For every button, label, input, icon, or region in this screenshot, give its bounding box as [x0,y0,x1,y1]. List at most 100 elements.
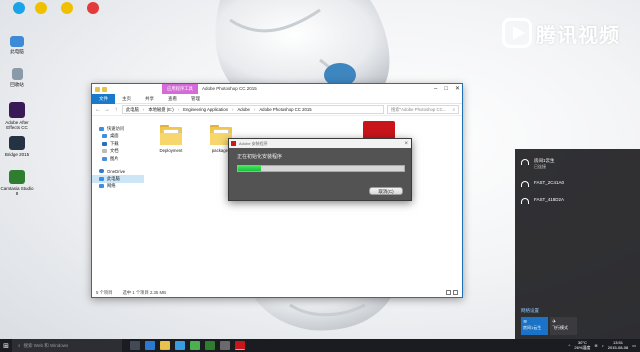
nav-item-label: 文档 [110,148,119,154]
network-status: 已连接 [534,164,546,169]
wifi-icon [521,198,529,204]
weather-widget[interactable]: 30°C 26%湿度 [574,340,591,350]
nav-item-label: 桌面 [110,133,119,139]
wifi-tray-icon[interactable]: ≋ [594,343,597,348]
context-tab-app-tools[interactable]: 应用程序工具 [162,84,198,94]
weather-desc: 26%湿度 [574,344,591,350]
breadcrumb-item[interactable]: 此电脑 [126,107,139,113]
up-arrow-icon[interactable]: ↑ [113,107,119,113]
installer-message: 正在初始化安装程序 [237,154,283,160]
breadcrumb-item[interactable]: Adobe Photoshop CC 2015 [259,107,311,112]
task-view-icon[interactable] [130,341,140,350]
selection-info: 选中 1 个项目 2.35 MB [122,289,166,295]
search-input[interactable]: 搜索"Adobe Photoshop CC... ⌕ [387,105,459,114]
back-arrow-icon[interactable]: ← [95,107,101,113]
network-flyout: 房间1云生 已连接 FAST_2C41A0 FAST_418D2A 网络设置 ≋… [515,149,640,339]
airplane-mode-toggle[interactable]: ✈ 飞行模式 [550,317,577,335]
video-logo-icon [502,18,532,48]
list-item[interactable]: Deployment [152,125,190,153]
title-bar[interactable]: 应用程序工具 Adobe Photoshop CC 2015 – □ ✕ [92,84,462,94]
system-tray: ^ 30°C 26%湿度 ≋ ♪ 13:51 2015-08-08 ▭ [568,340,640,350]
installer-dialog[interactable]: Adobe 安装程序 × 正在初始化安装程序 取消(C) [228,138,412,201]
tab-share[interactable]: 共享 [138,94,161,104]
file-name: Deployment [159,148,183,153]
close-icon[interactable]: × [404,141,408,147]
nav-item-desktop[interactable]: 桌面 [92,133,144,141]
minimize-button[interactable]: – [434,84,437,94]
nav-item-label: OneDrive [107,168,126,174]
wifi-icon [521,181,529,187]
nav-item-label: 此电脑 [107,175,120,181]
breadcrumb-item[interactable]: Engineering Application [183,107,228,112]
star-icon [99,126,104,131]
nav-item-quick-access[interactable]: 快速访问 [92,125,144,133]
cloud-icon [99,169,104,174]
large-icons-view-icon[interactable] [453,290,458,295]
cancel-button[interactable]: 取消(C) [369,187,403,195]
clock-date: 2015-08-08 [607,344,629,350]
breadcrumb-item[interactable]: 本地磁盘 (E:) [148,107,173,113]
desktop-icon-this-pc[interactable]: 此电脑 [0,36,34,54]
ribbon-tabs: 文件 主页 共享 查看 管理 [92,93,462,104]
desktop-icon [102,134,107,139]
adobe-icon[interactable] [235,341,245,350]
network-settings-link[interactable]: 网络设置 [521,308,539,314]
nav-item-downloads[interactable]: 下载 [92,140,144,148]
media-icon[interactable] [190,341,200,350]
search-icon: ⌕ [18,343,21,348]
tab-file[interactable]: 文件 [92,93,115,104]
clock[interactable]: 13:51 2015-08-08 [607,340,629,350]
item-count: 5 个项目 [96,289,113,295]
player-icon [87,2,99,14]
tab-home[interactable]: 主页 [115,94,138,104]
status-bar: 5 个项目 选中 1 个项目 2.35 MB [92,288,462,297]
navigation-bar: ← → ↑ 此电脑 › 本地磁盘 (E:) › Engineering Applic… [92,104,462,116]
address-bar[interactable]: 此电脑 › 本地磁盘 (E:) › Engineering Application ›… [122,105,384,114]
bridge-icon [9,136,25,150]
nav-item-label: 网络 [107,183,116,189]
properties-icon[interactable] [102,86,107,92]
chevron-up-icon[interactable]: ^ [568,343,570,348]
taskbar-search[interactable]: ⌕ 搜索 Web 和 Windows [12,339,122,352]
notification-icon[interactable]: ▭ [632,343,636,348]
nav-item-network[interactable]: 网络 [92,183,144,191]
store-icon[interactable] [175,341,185,350]
network-item[interactable]: FAST_418D2A [521,197,564,204]
network-name: FAST_2C41A0 [534,180,565,185]
close-button[interactable]: ✕ [455,84,460,94]
folder-icon [160,125,182,145]
file-explorer-icon[interactable] [160,341,170,350]
wifi-toggle[interactable]: ≋ 房间1云生 [521,317,548,335]
tab-manage[interactable]: 管理 [184,94,207,104]
quick-access-toolbar[interactable] [95,86,107,92]
details-view-icon[interactable] [446,290,451,295]
breadcrumb-item[interactable]: Adobe [237,107,249,112]
search-icon: ⌕ [452,107,455,112]
nav-item-this-pc[interactable]: 此电脑 [92,175,144,183]
desktop-icon-recycle-bin[interactable]: 回收站 [0,68,34,87]
desktop-icon-app4[interactable] [76,2,110,16]
maximize-button[interactable]: □ [444,84,448,94]
start-button[interactable]: ⊞ [0,339,12,352]
volume-icon[interactable]: ♪ [602,343,604,348]
navigation-pane: 快速访问 桌面 下载 文档 图片 OneDrive 此电脑 网络 [92,117,144,288]
nav-item-onedrive[interactable]: OneDrive [92,168,144,176]
tab-view[interactable]: 查看 [161,94,184,104]
app-icon[interactable] [220,341,230,350]
network-item[interactable]: 房间1云生 已连接 [521,158,555,170]
desktop-icon-camtasia[interactable]: Camtasia Studio 8 [0,170,34,197]
nav-item-documents[interactable]: 文档 [92,148,144,156]
installer-title-bar[interactable]: Adobe 安装程序 × [229,139,411,148]
quick-action-label: 飞行模式 [552,325,568,330]
desktop-icon-after-effects[interactable]: Adobe After Effects CC [0,102,34,131]
nav-item-pictures[interactable]: 图片 [92,155,144,163]
edge-icon[interactable] [145,341,155,350]
taskbar-search-placeholder: 搜索 Web 和 Windows [23,342,69,348]
search-placeholder: 搜索"Adobe Photoshop CC... [391,106,447,112]
forward-arrow-icon[interactable]: → [104,107,110,113]
folder-icon[interactable] [95,86,100,92]
app-icon[interactable] [205,341,215,350]
desktop-icon-label: Camtasia Studio 8 [0,186,34,197]
network-item[interactable]: FAST_2C41A0 [521,180,564,187]
desktop-icon-bridge[interactable]: Bridge 2015 [0,136,34,157]
